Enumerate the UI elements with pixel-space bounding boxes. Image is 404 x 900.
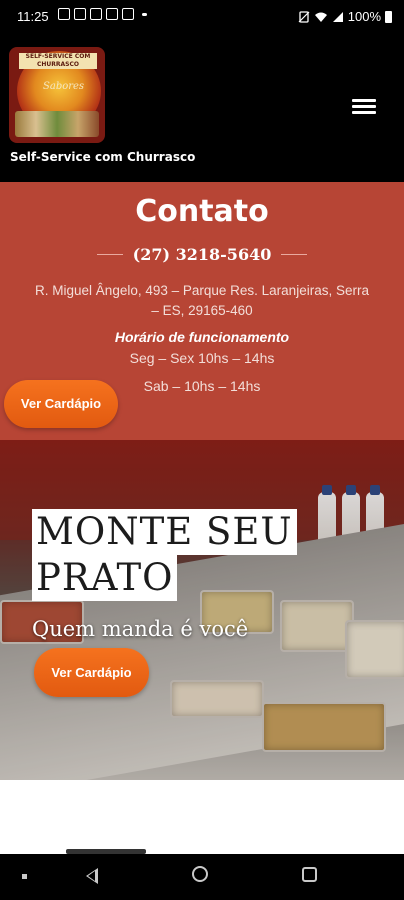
square-icon[interactable]: [22, 874, 27, 879]
phone-link[interactable]: (27) 3218-5640: [133, 245, 272, 264]
hero-section: MONTE SEU PRATO Quem manda é você Ver Ca…: [0, 440, 404, 780]
hours-weekdays: Seg – Sex 10hs – 14hs: [129, 350, 275, 366]
hamburger-menu-icon[interactable]: [352, 96, 376, 118]
battery-icon: [385, 10, 392, 23]
no-sim-icon: [298, 10, 310, 23]
notification-icon: [58, 8, 70, 20]
floating-menu-button[interactable]: Ver Cardápio: [4, 380, 118, 428]
facebook-icon: [74, 8, 86, 20]
wifi-icon: [314, 12, 327, 22]
android-nav-bar: [0, 854, 404, 900]
more-dot-icon: [142, 13, 147, 16]
back-icon[interactable]: [86, 868, 98, 884]
home-icon[interactable]: [192, 866, 208, 882]
brand-tagline: Self-Service com Churrasco: [10, 150, 196, 164]
opening-hours-title: Horário de funcionamento: [114, 329, 290, 345]
battery-label: 100%: [347, 9, 381, 24]
facebook-icon: [90, 8, 102, 20]
hero-menu-button[interactable]: Ver Cardápio: [34, 648, 149, 697]
status-bar: 11:25 100%: [0, 0, 404, 33]
next-section: [0, 780, 404, 854]
hero-title-line-1: MONTE SEU: [32, 509, 297, 555]
hero-title-line-2: PRATO: [32, 555, 178, 601]
status-time: 11:25: [17, 9, 49, 24]
instagram-icon: [122, 8, 134, 20]
divider-right: [281, 254, 308, 255]
phone-row: (27) 3218-5640: [0, 245, 404, 264]
site-header: SELF-SERVICE COM CHURRASCO Sabores Self-…: [0, 33, 404, 182]
status-right: 100%: [298, 9, 392, 24]
notification-icons: [58, 8, 147, 20]
gallery-icon: [106, 8, 118, 20]
hero-title: MONTE SEU PRATO: [32, 509, 297, 601]
contact-title: Contato: [135, 194, 269, 229]
logo-food-photo: [15, 111, 99, 137]
recent-apps-icon[interactable]: [302, 867, 317, 882]
divider-left: [96, 254, 123, 255]
restaurant-logo[interactable]: SELF-SERVICE COM CHURRASCO Sabores: [9, 47, 105, 143]
signal-icon: [332, 11, 343, 22]
logo-band-text: SELF-SERVICE COM CHURRASCO: [19, 53, 97, 69]
address-text: R. Miguel Ângelo, 493 – Parque Res. Lara…: [35, 283, 369, 318]
hero-subtitle: Quem manda é você: [32, 617, 249, 641]
hero-overlay: [0, 440, 404, 780]
logo-script-text: Sabores: [43, 81, 85, 92]
